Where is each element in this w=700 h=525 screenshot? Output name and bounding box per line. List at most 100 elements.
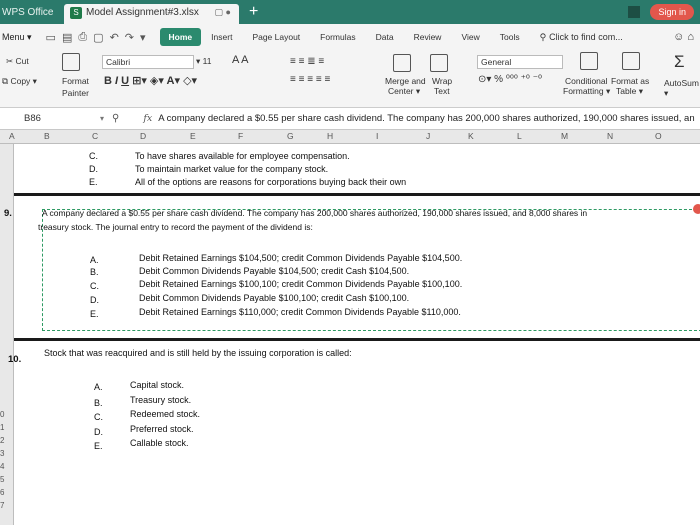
- column-header[interactable]: O: [655, 131, 662, 141]
- question-10-number: 10.: [8, 354, 22, 365]
- worksheet-grid[interactable]: C. To have shares available for employee…: [4, 144, 700, 525]
- question-10-text[interactable]: Stock that was reacquired and is still h…: [44, 348, 352, 358]
- conditional-formatting-icon[interactable]: [580, 52, 598, 72]
- preview-icon[interactable]: ▢: [93, 31, 103, 44]
- column-header[interactable]: D: [140, 131, 146, 141]
- find-command-box[interactable]: ⚲ Click to find com...: [540, 32, 623, 43]
- conditional-formatting-label-1[interactable]: Conditional: [565, 76, 608, 86]
- save-icon[interactable]: ▤: [62, 31, 72, 44]
- name-box[interactable]: B86: [0, 113, 100, 124]
- column-header[interactable]: C: [92, 131, 98, 141]
- font-style-buttons[interactable]: B I U ⊞▾ ◈▾ A▾ ◇▾: [104, 74, 197, 87]
- new-tab-button[interactable]: +: [249, 3, 258, 21]
- tab-options-icon[interactable]: ▢ ●: [215, 7, 231, 18]
- merge-center-icon[interactable]: [393, 54, 411, 74]
- zoom-icon[interactable]: ⚲: [112, 113, 119, 124]
- grow-font-icon[interactable]: A A: [232, 54, 249, 66]
- merge-center-label-2[interactable]: Center ▾: [388, 86, 420, 97]
- account-icon[interactable]: ☺ ⌂: [673, 31, 700, 43]
- format-painter-label-1[interactable]: Format: [62, 76, 89, 86]
- tab-formulas[interactable]: Formulas: [310, 32, 365, 42]
- row-number[interactable]: 6: [0, 488, 4, 497]
- tab-home[interactable]: Home: [159, 28, 202, 46]
- row-number[interactable]: 2: [0, 436, 4, 445]
- column-header[interactable]: J: [426, 131, 430, 141]
- menu-button[interactable]: Menu ▾: [0, 32, 38, 43]
- print-icon[interactable]: ⎙: [78, 31, 87, 44]
- name-box-dropdown-icon[interactable]: ▾: [100, 114, 104, 123]
- tab-review[interactable]: Review: [404, 32, 452, 42]
- column-header[interactable]: K: [468, 131, 474, 141]
- font-size-select[interactable]: ▾ 11: [196, 56, 211, 67]
- tab-page-layout[interactable]: Page Layout: [242, 32, 310, 42]
- app-name[interactable]: WPS Office: [0, 7, 64, 18]
- question-9-text-line1[interactable]: A company declared a $0.55 per share cas…: [42, 208, 587, 218]
- tab-tools[interactable]: Tools: [490, 32, 530, 42]
- column-header[interactable]: N: [607, 131, 613, 141]
- formula-content[interactable]: A company declared a $0.55 per share cas…: [158, 113, 694, 124]
- option-text[interactable]: Redeemed stock.: [130, 409, 200, 419]
- spreadsheet-icon: S: [70, 7, 82, 19]
- font-name-select[interactable]: Calibri: [102, 55, 194, 69]
- align-top-icons[interactable]: ≡ ≡ ≣ ≡: [290, 56, 324, 67]
- format-as-table-label-2[interactable]: Table ▾: [616, 86, 643, 97]
- format-painter-icon[interactable]: [62, 53, 80, 73]
- open-icon[interactable]: ▭: [46, 31, 56, 44]
- column-header[interactable]: L: [517, 131, 522, 141]
- fx-icon[interactable]: fx: [143, 113, 152, 124]
- redo-icon[interactable]: ↷: [125, 31, 134, 44]
- question-9-text-line2[interactable]: treasury stock. The journal entry to rec…: [38, 222, 313, 232]
- wrap-text-label-1[interactable]: Wrap: [432, 76, 452, 86]
- column-header[interactable]: H: [327, 131, 333, 141]
- option-text[interactable]: To have shares available for employee co…: [135, 151, 350, 161]
- customize-icon[interactable]: ▾: [140, 31, 146, 44]
- option-text[interactable]: Debit Retained Earnings $104,500; credit…: [139, 253, 462, 263]
- format-as-table-icon[interactable]: [622, 52, 640, 72]
- option-text[interactable]: Debit Retained Earnings $110,000; credit…: [139, 307, 461, 317]
- fill-handle-icon[interactable]: [693, 204, 700, 214]
- tab-insert[interactable]: Insert: [201, 32, 242, 42]
- row-number[interactable]: 4: [0, 462, 4, 471]
- autosum-icon[interactable]: Σ: [674, 52, 685, 72]
- tab-view[interactable]: View: [451, 32, 489, 42]
- option-text[interactable]: Preferred stock.: [130, 424, 194, 434]
- row-number[interactable]: 0: [0, 410, 4, 419]
- option-text[interactable]: All of the options are reasons for corpo…: [135, 177, 406, 187]
- undo-icon[interactable]: ↶: [110, 31, 119, 44]
- column-header[interactable]: B: [44, 131, 50, 141]
- format-painter-label-2[interactable]: Painter: [62, 88, 89, 98]
- sign-in-button[interactable]: Sign in: [650, 4, 694, 20]
- row-number[interactable]: 5: [0, 475, 4, 484]
- column-header[interactable]: E: [190, 131, 196, 141]
- option-text[interactable]: Capital stock.: [130, 380, 184, 390]
- column-header[interactable]: F: [238, 131, 243, 141]
- autosum-label[interactable]: AutoSum ▾: [664, 78, 700, 99]
- option-text[interactable]: Debit Common Dividends Payable $100,100;…: [139, 293, 409, 303]
- wrap-text-icon[interactable]: [430, 54, 448, 74]
- column-header[interactable]: I: [376, 131, 378, 141]
- wrap-text-label-2[interactable]: Text: [434, 86, 450, 96]
- option-text[interactable]: To maintain market value for the company…: [135, 164, 328, 174]
- column-header[interactable]: A: [9, 131, 15, 141]
- row-number[interactable]: 3: [0, 449, 4, 458]
- title-bar: WPS Office S Model Assignment#3.xlsx ▢ ●…: [0, 0, 700, 24]
- document-tab[interactable]: S Model Assignment#3.xlsx ▢ ●: [64, 4, 239, 24]
- option-text[interactable]: Treasury stock.: [130, 395, 191, 405]
- conditional-formatting-label-2[interactable]: Formatting ▾: [563, 86, 610, 97]
- column-header[interactable]: G: [287, 131, 294, 141]
- cut-button[interactable]: ✂ Cut: [6, 56, 29, 67]
- tab-data[interactable]: Data: [366, 32, 404, 42]
- number-format-icons[interactable]: ⊙▾ % ⁰⁰⁰ ⁺⁰ ⁻⁰: [478, 74, 542, 85]
- format-as-table-label-1[interactable]: Format as: [611, 76, 649, 86]
- align-bottom-icons[interactable]: ≡ ≡ ≡ ≡ ≡: [290, 74, 330, 85]
- option-text[interactable]: Debit Retained Earnings $100,100; credit…: [139, 279, 462, 289]
- window-icon[interactable]: [628, 6, 641, 18]
- row-number[interactable]: 1: [0, 423, 4, 432]
- option-text[interactable]: Debit Common Dividends Payable $104,500;…: [139, 266, 409, 276]
- merge-center-label-1[interactable]: Merge and: [385, 76, 426, 86]
- row-number[interactable]: 7: [0, 501, 4, 510]
- copy-button[interactable]: ⧉ Copy ▾: [2, 76, 37, 87]
- option-text[interactable]: Callable stock.: [130, 438, 189, 448]
- column-header[interactable]: M: [561, 131, 568, 141]
- number-format-select[interactable]: General: [477, 55, 563, 69]
